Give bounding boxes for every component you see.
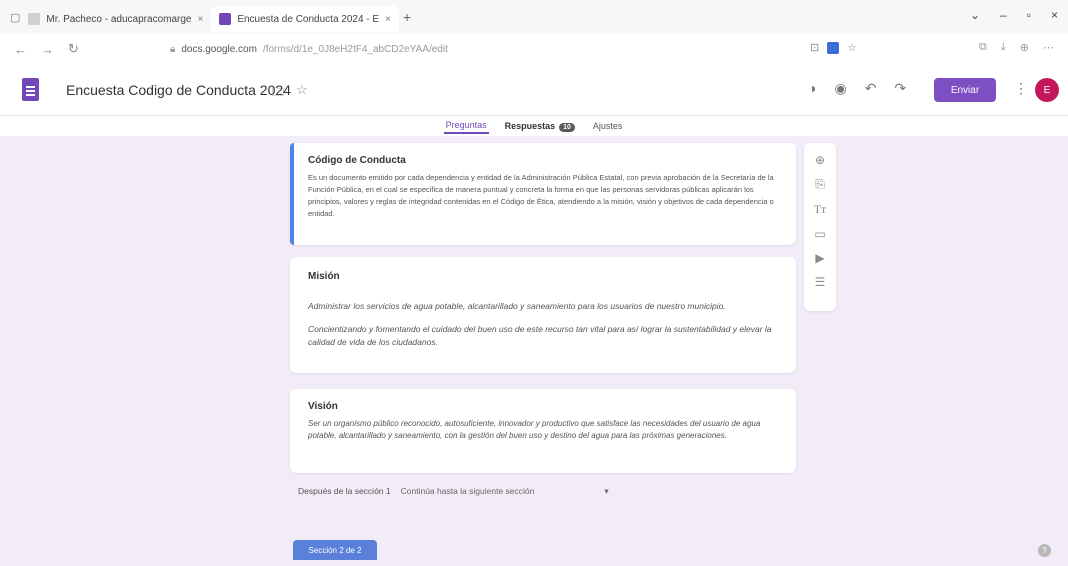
- address-field[interactable]: 🔒︎ docs.google.com /forms/d/1e_0J8eH2tF4…: [170, 39, 600, 59]
- vision-paragraph[interactable]: Ser un organismo público reconocido, aut…: [308, 418, 780, 442]
- after-section-label: Después de la sección 1: [298, 486, 391, 496]
- after-section-row: Después de la sección 1 Continúa hasta l…: [298, 486, 609, 497]
- history-icon[interactable]: ⊕: [1020, 41, 1029, 54]
- add-video-icon[interactable]: ▶: [815, 251, 824, 265]
- url-host: docs.google.com: [181, 43, 257, 55]
- tab-respuestas-label: Respuestas: [504, 120, 556, 131]
- send-button[interactable]: Enviar: [934, 78, 996, 102]
- reader-icon[interactable]: ⊡: [810, 41, 819, 54]
- preview-eye-icon[interactable]: ◉: [834, 80, 846, 97]
- tab-label: Encuesta de Conducta 2024 - E: [237, 13, 380, 25]
- browser-menu-icon[interactable]: ▢: [10, 11, 20, 24]
- browser-tab-2[interactable]: Encuesta de Conducta 2024 - E ×: [211, 6, 399, 32]
- extension-icons: ⊡ ☆: [810, 41, 857, 54]
- browser-url-bar: ← → ↻ 🔒︎ docs.google.com /forms/d/1e_0J8…: [0, 34, 1068, 64]
- form-tabs: Preguntas Respuestas 10 Ajustes: [0, 116, 1068, 136]
- tab-label: Mr. Pacheco - aducapracomarge: [46, 13, 192, 25]
- after-section-dropdown[interactable]: Continúa hasta la siguiente sección: [401, 486, 535, 497]
- forms-favicon-icon: [219, 13, 232, 25]
- collections-icon[interactable]: ⧉: [979, 41, 987, 54]
- close-window-icon[interactable]: ×: [1051, 8, 1058, 22]
- extension-icon[interactable]: [827, 41, 840, 54]
- add-section-icon[interactable]: ☰: [815, 275, 826, 289]
- section-indicator-pill: Sección 2 de 2: [293, 540, 377, 560]
- mision-paragraph-1[interactable]: Administrar los servicios de agua potabl…: [308, 300, 780, 313]
- title-card-vision[interactable]: Visión Ser un organismo público reconoci…: [290, 389, 796, 473]
- forms-logo-icon[interactable]: [22, 78, 39, 101]
- palette-icon[interactable]: ◑: [808, 80, 816, 97]
- responses-count-badge: 10: [559, 122, 575, 132]
- question-toolbar: ⊕ ⎘ Tт ▭ ▶ ☰: [804, 143, 836, 311]
- tab-preguntas[interactable]: Preguntas: [443, 118, 489, 134]
- star-icon[interactable]: ☆: [296, 82, 308, 98]
- url-path: /forms/d/1e_0J8eH2tF4_abCD2eYAA/edit: [262, 43, 448, 55]
- browser-toolbar-icons: ⧉ ⤓ ⊕ ⋯: [979, 41, 1054, 54]
- tab-favicon-icon: [28, 13, 41, 25]
- tab-respuestas[interactable]: Respuestas 10: [503, 119, 577, 134]
- avatar[interactable]: E: [1035, 78, 1059, 102]
- dropdown-arrow-icon[interactable]: ▾: [604, 486, 608, 497]
- card-title[interactable]: Misión: [308, 271, 780, 282]
- title-card-mision[interactable]: Misión Administrar los servicios de agua…: [290, 257, 796, 373]
- import-questions-icon[interactable]: ⎘: [815, 177, 825, 192]
- download-icon[interactable]: ⤓: [1001, 41, 1006, 54]
- mision-paragraph-2[interactable]: Concientizando y fomentando el cuidado d…: [308, 323, 780, 349]
- settings-icon[interactable]: ⋯: [1043, 41, 1054, 54]
- minimize-icon[interactable]: –: [1000, 8, 1007, 22]
- redo-icon[interactable]: ↷: [894, 80, 906, 97]
- card-description[interactable]: Es un documento emitido por cada depende…: [308, 172, 780, 220]
- back-icon[interactable]: ←: [14, 42, 27, 57]
- reload-icon[interactable]: ↻: [68, 41, 79, 57]
- lock-icon: 🔒︎: [170, 43, 176, 55]
- browser-tab-bar: ▢ Mr. Pacheco - aducapracomarge × Encues…: [0, 0, 1068, 34]
- add-title-icon[interactable]: Tт: [814, 202, 827, 217]
- active-card-indicator: [290, 143, 294, 245]
- more-vert-icon[interactable]: ⋮: [1014, 80, 1028, 97]
- help-icon[interactable]: ?: [1038, 544, 1051, 557]
- tab-ajustes[interactable]: Ajustes: [591, 119, 625, 133]
- forms-header: Encuesta Codigo de Conducta 2024 🗀 ☆ ◑ ◉…: [0, 64, 1068, 116]
- undo-icon[interactable]: ↶: [865, 80, 877, 97]
- add-question-icon[interactable]: ⊕: [815, 153, 825, 167]
- section-header-card-codigo[interactable]: Código de Conducta Es un documento emiti…: [290, 143, 796, 245]
- chevron-down-icon[interactable]: ⌄: [970, 8, 980, 22]
- browser-tab-1[interactable]: Mr. Pacheco - aducapracomarge ×: [20, 6, 211, 32]
- form-title[interactable]: Encuesta Codigo de Conducta 2024: [66, 82, 291, 98]
- close-icon[interactable]: ×: [197, 14, 203, 25]
- card-title[interactable]: Visión: [308, 401, 780, 412]
- window-controls: ⌄ – ▫ ×: [970, 8, 1058, 22]
- maximize-icon[interactable]: ▫: [1027, 8, 1031, 22]
- forward-icon[interactable]: →: [41, 42, 54, 57]
- folder-icon[interactable]: 🗀: [272, 83, 284, 104]
- close-icon[interactable]: ×: [385, 14, 391, 25]
- header-tools: ◑ ◉ ↶ ↷: [808, 80, 906, 97]
- bookmark-star-icon[interactable]: ☆: [847, 41, 857, 54]
- new-tab-icon[interactable]: +: [403, 9, 411, 25]
- add-image-icon[interactable]: ▭: [814, 227, 825, 241]
- card-title[interactable]: Código de Conducta: [308, 155, 780, 166]
